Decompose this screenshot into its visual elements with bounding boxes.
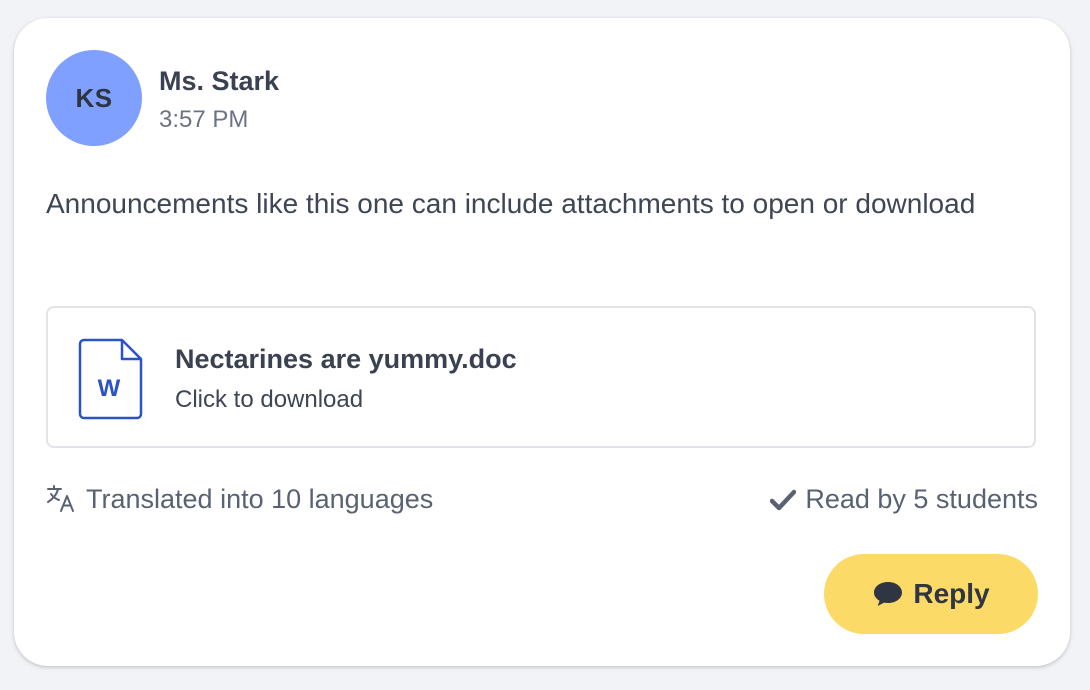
translation-status: Translated into 10 languages [46, 484, 433, 515]
attachment-download-hint: Click to download [175, 386, 364, 413]
attachment-card[interactable]: W Nectarines are yummy.doc Click to down… [46, 306, 1036, 448]
reply-button[interactable]: Reply [824, 554, 1038, 634]
checkmark-icon [770, 489, 797, 510]
announcement-text: Announcements like this one can include … [46, 188, 976, 219]
word-document-icon: W [78, 338, 143, 420]
translate-icon [47, 484, 74, 512]
avatar: KS [46, 50, 142, 146]
read-receipt: Read by 5 students [770, 484, 1038, 515]
speech-bubble-icon [874, 582, 903, 606]
read-count-label: Read by 5 students [805, 484, 1038, 514]
post-timestamp: 3:57 PM [159, 106, 249, 133]
translation-label: Translated into 10 languages [86, 484, 434, 514]
word-icon-letter: W [98, 375, 121, 402]
announcement-card: KS Ms. Stark 3:57 PM Announcements like … [14, 18, 1070, 666]
author-name: Ms. Stark [159, 66, 280, 96]
attachment-file-name: Nectarines are yummy.doc [175, 344, 517, 374]
reply-button-label: Reply [913, 578, 990, 609]
avatar-initials: KS [75, 82, 113, 113]
